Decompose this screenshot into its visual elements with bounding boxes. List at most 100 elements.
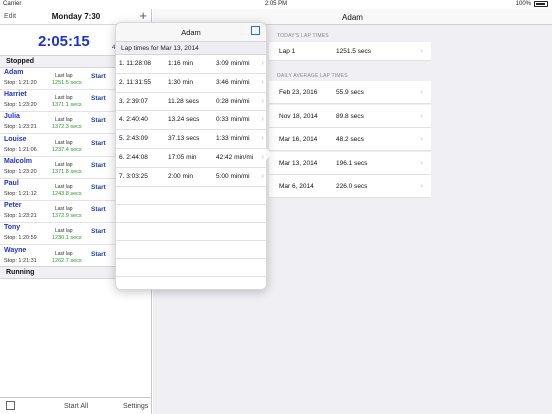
daily-average-row[interactable]: Nov 18, 2014 89.8 secs › — [269, 104, 431, 128]
lap-row[interactable]: 6. 2:44:08 17:05 min 42:42 min/mi › — [116, 149, 266, 168]
last-lap-value: 1243.8 secs — [52, 191, 82, 197]
last-lap-label: Last lap — [55, 250, 73, 257]
last-lap-label: Last lap — [55, 184, 73, 190]
last-lap-label: Last lap — [55, 117, 73, 124]
date-label: Nov 18, 2014 — [279, 112, 318, 120]
lap-duration: 11.28 secs — [168, 97, 199, 105]
start-button[interactable]: Start — [91, 206, 106, 213]
average-value: 89.8 secs — [336, 112, 364, 120]
chevron-right-icon: › — [420, 87, 423, 96]
empty-row — [116, 204, 266, 223]
start-button[interactable]: Start — [91, 251, 106, 258]
empty-row — [116, 240, 266, 259]
runner-stop-time: Stop: 1:21:06 — [4, 146, 37, 153]
lap-duration: 1:16 min — [168, 60, 193, 67]
last-lap-value: 1237.4 secs — [52, 146, 82, 153]
empty-row — [116, 258, 266, 277]
popover-subtitle: Lap times for Mar 13, 2014 — [116, 41, 266, 55]
runner-stop-time: Stop: 1:23:20 — [4, 168, 37, 175]
start-button[interactable]: Start — [91, 140, 106, 147]
empty-row — [116, 186, 266, 205]
start-button[interactable]: Start — [91, 95, 106, 102]
chevron-right-icon: › — [420, 46, 423, 55]
daily-average-row[interactable]: Feb 23, 2016 55.9 secs › — [269, 81, 431, 104]
lap-pace: 1:33 min/mi — [216, 135, 250, 143]
lap-duration: 1:30 min — [168, 78, 193, 86]
lap-value: 1251.5 secs — [336, 48, 372, 55]
daily-average-row[interactable]: Mar 6, 2014 226.0 secs › — [269, 175, 431, 198]
start-button[interactable]: Start — [91, 228, 106, 235]
runner-stop-time: Stop: 1:23:21 — [4, 213, 37, 220]
popover-title: Adam — [181, 28, 201, 37]
daily-average-row[interactable]: Mar 13, 2014 196.1 secs › — [269, 151, 431, 175]
lap-row[interactable]: 1. 11:28:08 1:16 min 3:09 min/mi › — [116, 55, 266, 74]
runner-stop-time: Stop: 1:21:31 — [4, 257, 37, 264]
last-lap-value: 1262.7 secs — [52, 257, 82, 264]
last-lap-label: Last lap — [55, 139, 73, 146]
runner-name: Harriet — [4, 91, 27, 99]
todays-laps-header: TODAY'S LAP TIMES — [277, 33, 329, 39]
lap-duration: 37.13 secs — [168, 135, 200, 143]
average-value: 48.2 secs — [336, 136, 364, 143]
runner-name: Peter — [4, 202, 22, 210]
last-lap-label: Last lap — [55, 73, 73, 79]
lap-start: 4. 2:40:40 — [119, 116, 148, 124]
lap-pace: 5:00 min/mi — [216, 172, 250, 180]
chevron-right-icon: › — [261, 133, 264, 143]
status-time: 2:05 PM — [264, 1, 288, 7]
lap-label: Lap 1 — [279, 48, 296, 55]
compose-icon[interactable] — [251, 26, 260, 35]
lap-row[interactable]: 4. 2:40:40 13.24 secs 0:33 min/mi › — [116, 111, 266, 131]
lap-start: 2. 11:31:55 — [119, 78, 152, 86]
chevron-right-icon: › — [420, 181, 423, 190]
date-label: Mar 16, 2014 — [279, 136, 318, 143]
last-lap-value: 1371.8 secs — [52, 168, 82, 175]
plus-icon[interactable]: + — [139, 8, 147, 23]
start-button[interactable]: Start — [91, 184, 106, 191]
master-toolbar: Start All Settings — [0, 397, 152, 414]
empty-row — [116, 276, 266, 289]
runner-stop-time: Stop: 1:20:59 — [4, 235, 37, 242]
last-lap-value: 1230.1 secs — [52, 235, 82, 242]
date-label: Mar 13, 2014 — [279, 159, 318, 167]
status-bar: Carrier 2:05 PM 100% — [0, 0, 552, 9]
runner-stop-time: Stop: 1:21:20 — [4, 80, 37, 86]
detail-title: Adam — [342, 13, 363, 22]
compose-icon[interactable] — [6, 401, 15, 410]
chevron-right-icon: › — [261, 58, 264, 67]
todays-lap-row[interactable]: Lap 1 1251.5 secs › — [269, 42, 431, 61]
daily-average-row[interactable]: Mar 16, 2014 48.2 secs › — [269, 128, 431, 151]
start-button[interactable]: Start — [91, 162, 106, 169]
lap-row[interactable]: 2. 11:31:55 1:30 min 3:46 min/mi › — [116, 74, 266, 93]
last-lap-value: 1371.1 secs — [52, 102, 82, 109]
settings-button[interactable]: Settings — [123, 403, 148, 410]
runner-stop-time: Stop: 1:23:20 — [4, 102, 37, 109]
lap-duration: 2:00 min — [168, 172, 193, 180]
average-value: 196.1 secs — [336, 159, 368, 167]
elapsed-clock: 2:05:15 — [38, 33, 90, 50]
start-button[interactable]: Start — [91, 73, 106, 80]
lap-row[interactable]: 7. 3:03:25 2:00 min 5:00 min/mi › — [116, 168, 266, 187]
start-button[interactable]: Start — [91, 117, 106, 124]
master-title: Monday 7:30 — [51, 12, 101, 21]
last-lap-value: 1372.9 secs — [52, 213, 82, 220]
date-label: Mar 6, 2014 — [279, 183, 314, 190]
lap-start: 1. 11:28:08 — [119, 60, 152, 67]
runner-stop-time: Stop: 1:23:21 — [4, 124, 37, 131]
runner-name: Wayne — [4, 246, 27, 254]
daily-average-header: DAILY AVERAGE LAP TIMES — [277, 73, 348, 79]
start-all-button[interactable]: Start All — [64, 403, 88, 410]
last-lap-label: Last lap — [55, 95, 73, 102]
chevron-right-icon: › — [261, 114, 264, 124]
lap-row[interactable]: 3. 2:39:07 11.28 secs 0:28 min/mi › — [116, 93, 266, 112]
empty-row — [116, 222, 266, 241]
chevron-right-icon: › — [261, 95, 264, 105]
runner-name: Julia — [4, 113, 20, 121]
lap-start: 5. 2:43:09 — [119, 135, 148, 143]
lap-row[interactable]: 5. 2:43:09 37.13 secs 1:33 min/mi › — [116, 130, 266, 149]
runner-name: Louise — [4, 135, 27, 143]
last-lap-label: Last lap — [55, 228, 73, 235]
runner-stop-time: Stop: 1:21:12 — [4, 191, 37, 197]
app-root: Carrier 2:05 PM 100% Edit Monday 7:30 + … — [0, 0, 552, 414]
popover-arrow — [266, 148, 272, 160]
